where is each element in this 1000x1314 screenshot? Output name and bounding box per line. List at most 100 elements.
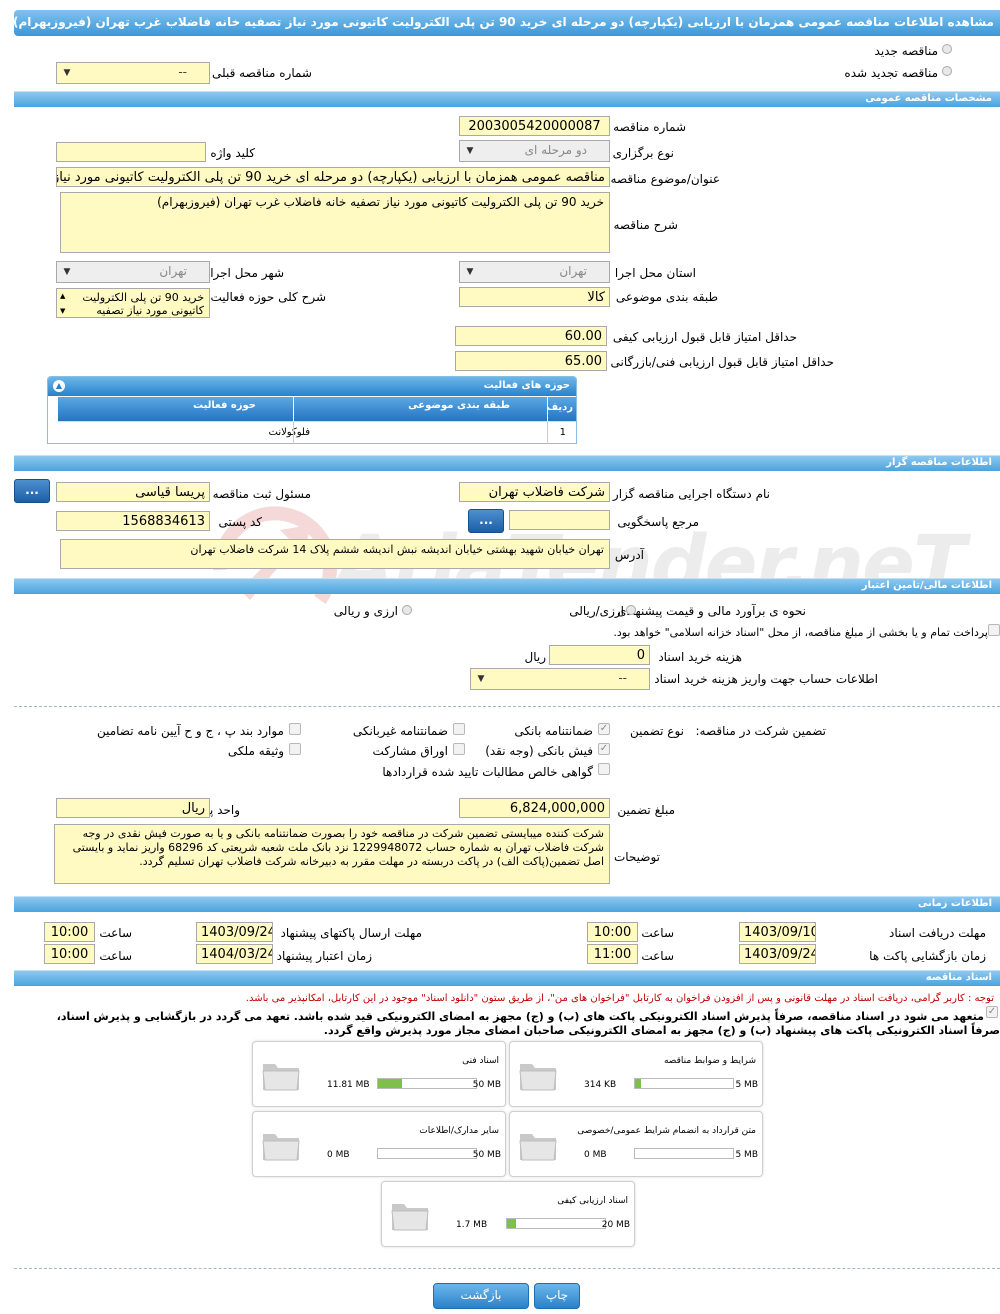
reference-browse-button[interactable]: ... [468,509,504,533]
responsible-label: مسئول ثبت مناقصه [212,487,311,501]
guarantee-type-label: نوع تضمین [630,724,684,738]
category-field[interactable]: کالا [459,287,610,307]
file-progress [377,1078,477,1089]
file-progress [377,1148,477,1159]
description-label: شرح مناقصه [613,218,678,232]
doc-fee-field[interactable]: 0 [549,645,650,665]
chevron-down-icon: ▼ [477,674,485,684]
cash-receipt-checkbox[interactable]: ✓ [598,743,610,755]
send-offers-time[interactable]: 10:00 [44,922,95,942]
regulation-items-checkbox[interactable] [289,723,301,735]
postal-code-field[interactable]: 1568834613 [56,511,210,531]
guarantee-amount-field[interactable]: 6,824,000,000 [459,798,610,818]
opening-date[interactable]: 1403/09/24 [739,944,816,964]
reference-field[interactable] [509,510,610,530]
new-tender-label: مناقصه جدید [874,44,938,58]
receive-docs-date[interactable]: 1403/09/10 [739,922,816,942]
file-box[interactable]: اسناد فنی 50 MB 11.81 MB [252,1041,506,1107]
rial-radio[interactable] [626,605,636,615]
subject-label: عنوان/موضوع مناقصه [610,172,720,186]
folder-icon [519,1064,557,1091]
validity-label: زمان اعتبار پیشنهاد [276,949,372,963]
min-tech-field[interactable]: 65.00 [455,351,607,371]
description-field[interactable]: خرید 90 تن پلی الکترولیت کاتیونی مورد نی… [60,192,610,253]
documents-note-red: توجه : کاربر گرامی، دریافت اسناد در مهلت… [245,993,994,1004]
province-select[interactable]: تهران ▼ [459,261,610,283]
activity-desc-text: خرید 90 تن پلی الکترولیت کاتیونی مورد نی… [82,291,204,317]
activity-desc-field[interactable]: خرید 90 تن پلی الکترولیت کاتیونی مورد نی… [56,288,210,318]
tender-number-field[interactable]: 2003005420000087 [459,116,610,136]
subject-field[interactable]: مناقصه عمومی همزمان با ارزیابی (یکپارچه)… [56,167,610,187]
col-sep [547,422,548,444]
file-progress-fill [507,1219,516,1228]
prev-number-select[interactable]: -- ▼ [56,62,210,84]
file-box[interactable]: شرایط و ضوابط مناقصه 5 MB 314 KB [509,1041,763,1107]
treasury-checkbox[interactable] [988,624,1000,636]
divider [14,1268,1000,1269]
back-button[interactable]: بازگشت [433,1283,529,1309]
account-select[interactable]: -- ▼ [470,668,650,690]
holding-type-select[interactable]: دو مرحله ای ▼ [459,140,610,162]
file-max-size: 5 MB [735,1150,758,1160]
activity-table-title: حوزه های فعالیت [483,380,570,391]
property-collateral-checkbox[interactable] [289,743,301,755]
validity-time-label: ساعت [99,949,132,963]
folder-icon [262,1064,300,1091]
file-size: 314 KB [584,1080,617,1090]
file-name: شرایط و ضوابط مناقصه [663,1056,756,1066]
keyword-field[interactable] [56,142,206,162]
file-size: 11.81 MB [327,1080,370,1090]
file-name: اسناد ارزیابی کیفی [557,1196,628,1206]
file-progress-fill [635,1079,641,1088]
send-time-label: ساعت [99,926,132,940]
nonbank-guarantee-checkbox[interactable] [453,723,465,735]
file-box[interactable]: اسناد ارزیابی کیفی 20 MB 1.7 MB [381,1181,635,1247]
notes-field[interactable]: شرکت کننده میبایستی تضمین شرکت در مناقصه… [54,824,610,884]
prev-number-value: -- [178,65,187,79]
opening-time[interactable]: 11:00 [587,944,638,964]
category-label: طبقه بندی موضوعی [615,290,718,304]
validity-time[interactable]: 10:00 [44,944,95,964]
scroll-down-icon[interactable]: ▼ [60,305,65,317]
org-name-field[interactable]: شرکت فاضلاب تهران [459,482,610,502]
timing-header-text: اطلاعات زمانی [917,898,992,909]
collapse-icon[interactable]: ▲ [53,380,65,392]
bonds-label: اوراق مشارکت [372,744,448,758]
bank-guarantee-checkbox[interactable]: ✓ [598,723,610,735]
bonds-checkbox[interactable] [453,743,465,755]
claims-certificate-checkbox[interactable] [598,763,610,775]
page-title-bar: مشاهده اطلاعات مناقصه عمومی همزمان با ار… [13,10,1000,36]
print-button[interactable]: چاپ [534,1283,580,1309]
city-select[interactable]: تهران ▼ [56,261,210,283]
account-label: اطلاعات حساب جهت واریز هزینه خرید اسناد [654,672,878,686]
commitment-checkbox[interactable]: ✓ [986,1006,998,1018]
scroll-up-icon[interactable]: ▲ [60,290,65,303]
both-currency-radio[interactable] [402,605,412,615]
responsible-browse-button[interactable]: ... [14,479,50,503]
documents-note-bold-1: متعهد می شود در اسناد مناقصه، صرفاً پذیر… [56,1010,984,1023]
receive-docs-time[interactable]: 10:00 [587,922,638,942]
new-tender-radio[interactable] [942,44,952,54]
file-max-size: 50 MB [472,1150,501,1160]
rial-option-label: ارزی/ریالی [569,604,624,618]
keyword-label: کلید واژه [210,146,255,160]
file-box[interactable]: سایر مدارک/اطلاعات 50 MB 0 MB [252,1111,506,1177]
address-field[interactable]: تهران خیابان شهید بهشتی خیابان اندیشه نب… [60,539,610,569]
currency-unit-field[interactable]: ریال [56,798,210,818]
tender-number-label: شماره مناقصه [613,120,686,134]
activity-table: حوزه های فعالیت ▲ ردیف طبقه بندی موضوعی … [47,376,577,444]
nonbank-guarantee-label: ضمانتنامه غیربانکی [352,724,448,738]
renewed-tender-radio[interactable] [942,66,952,76]
general-header-text: مشخصات مناقصه عمومی [865,93,992,104]
address-label: آدرس [614,548,644,562]
file-box[interactable]: متن قرارداد به انضمام شرایط عمومی/خصوصی … [509,1111,763,1177]
file-progress [634,1148,734,1159]
file-name: سایر مدارک/اطلاعات [419,1126,499,1136]
row-number: 1 [559,427,566,438]
send-offers-date[interactable]: 1403/09/24 [196,922,273,942]
validity-date[interactable]: 1404/03/24 [196,944,273,964]
responsible-field[interactable]: پریسا قیاسی [56,482,210,502]
estimate-label: نحوه ی برآورد مالی و قیمت پیشنهادی [617,604,806,618]
guarantee-amount-label: مبلغ تضمین [617,803,675,817]
min-quality-field[interactable]: 60.00 [455,326,607,346]
